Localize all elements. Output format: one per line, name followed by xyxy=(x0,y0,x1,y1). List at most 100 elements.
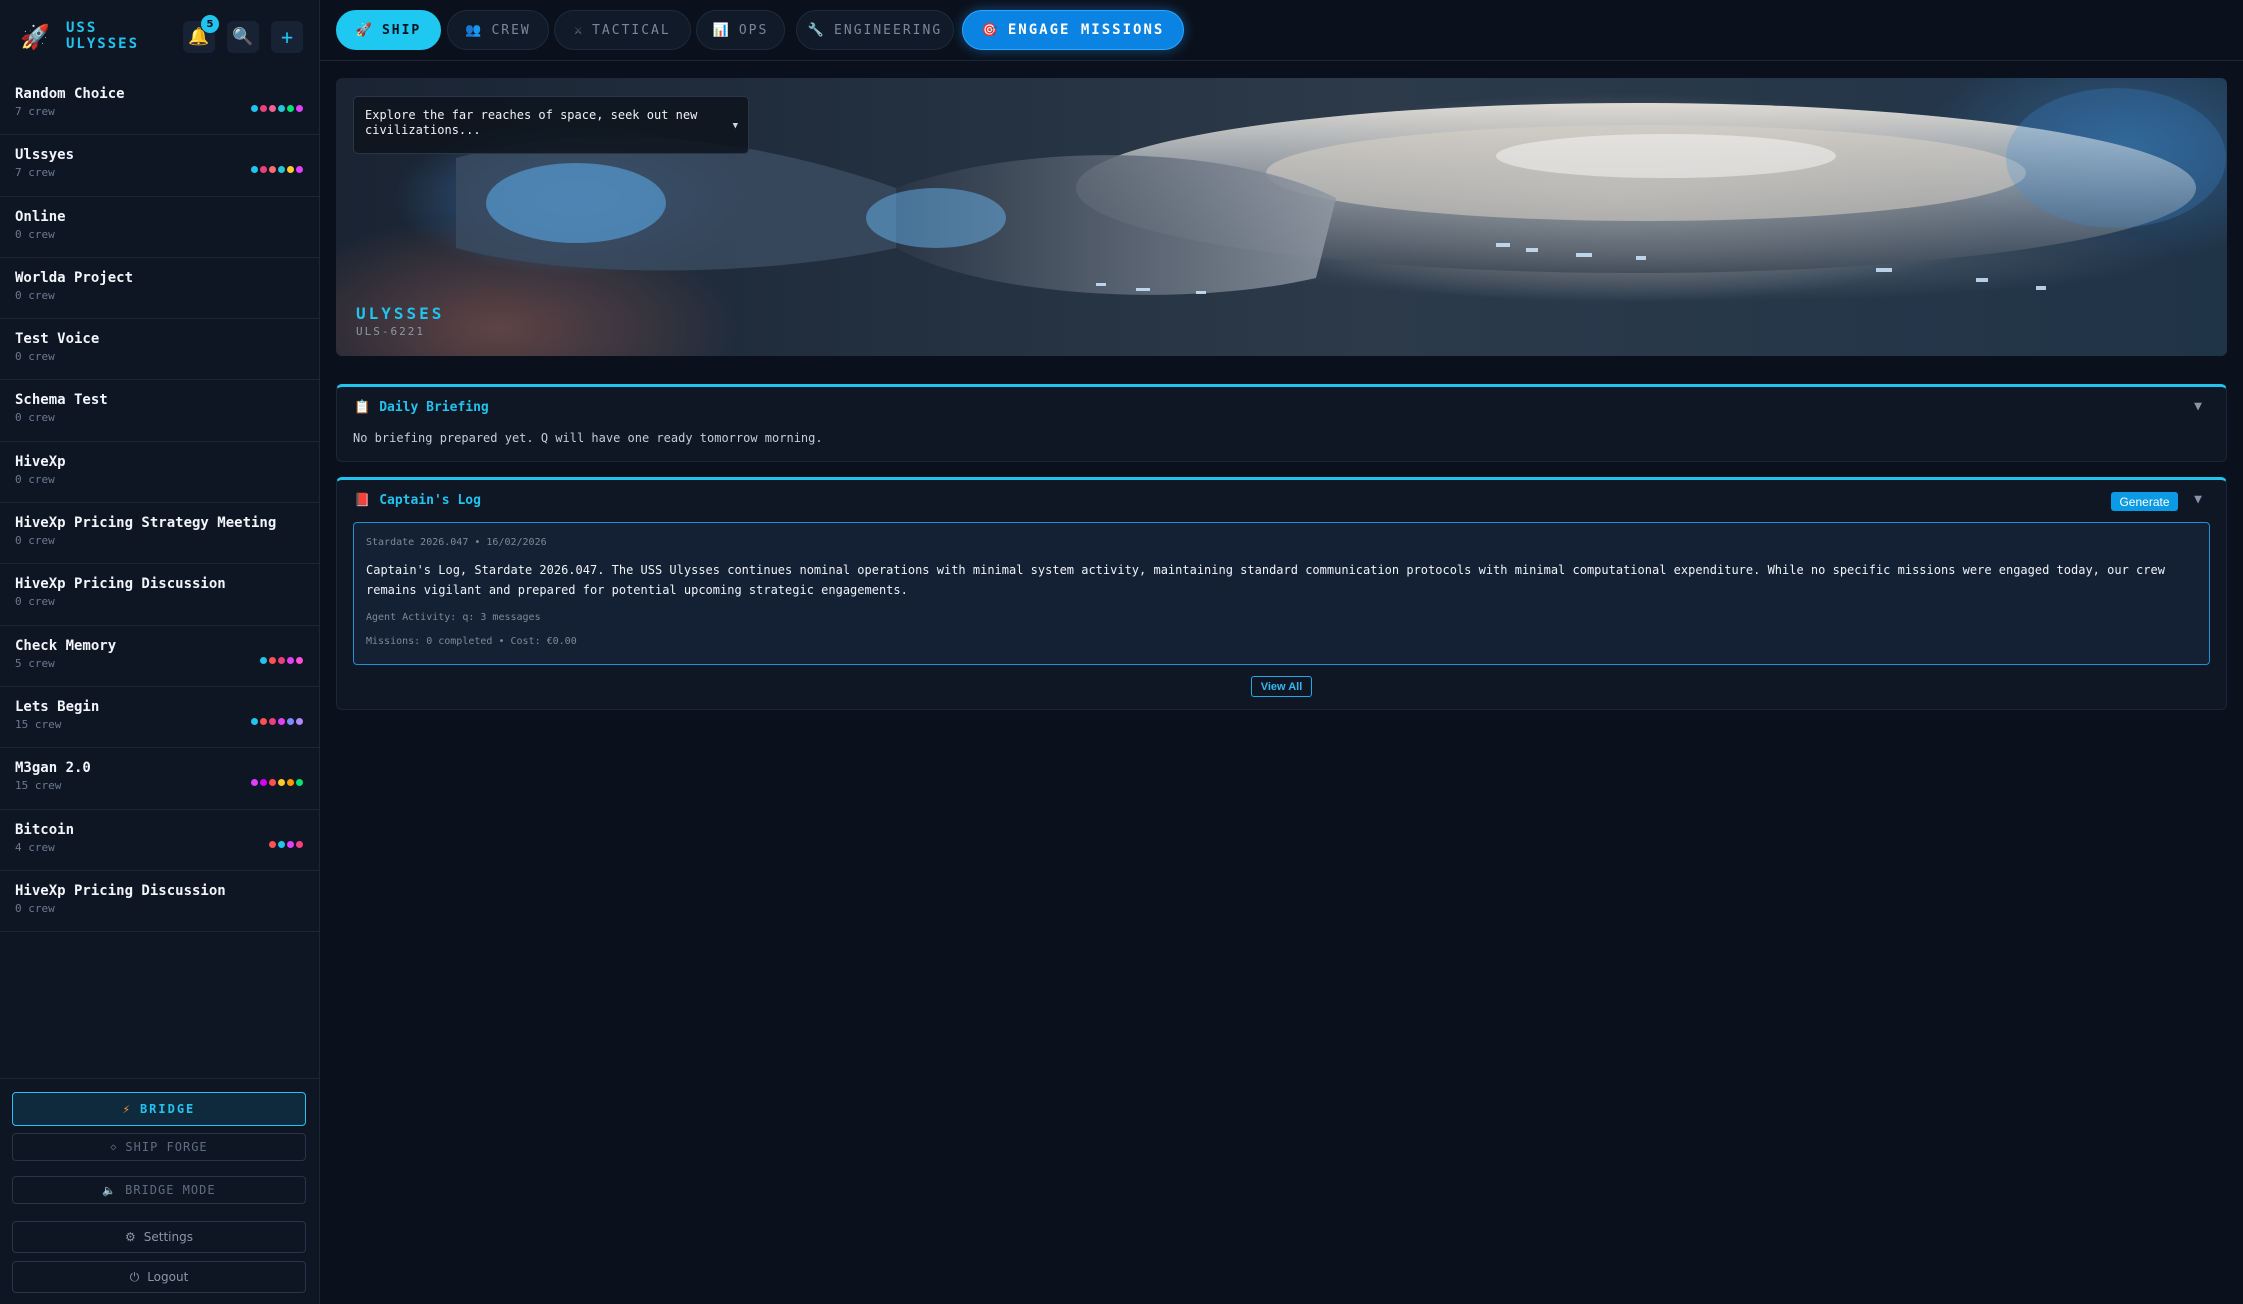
collapse-log-toggle[interactable]: ▼ xyxy=(2194,492,2202,507)
tab-tactical[interactable]: ⚔ TACTICAL xyxy=(554,10,691,50)
project-name: HiveXp Pricing Strategy Meeting xyxy=(15,515,277,532)
project-crew-count: 0 crew xyxy=(15,595,55,609)
crew-dot xyxy=(296,656,303,664)
daily-briefing-title: Daily Briefing xyxy=(379,400,489,415)
logout-button[interactable]: ⏻ Logout xyxy=(12,1261,306,1293)
project-item[interactable]: Schema Test 0 crew xyxy=(0,380,320,442)
chevron-down-icon: ▼ xyxy=(732,121,738,131)
crew-dot xyxy=(278,105,285,112)
gear-icon: ⚙ xyxy=(125,1230,136,1244)
lightning-icon: ⚡ xyxy=(122,1102,132,1116)
engage-missions-button[interactable]: 🎯 ENGAGE MISSIONS xyxy=(962,10,1184,50)
tab-engineering-label: ENGINEERING xyxy=(834,22,943,38)
project-item[interactable]: HiveXp 0 crew xyxy=(0,442,320,504)
briefing-text: No briefing prepared yet. Q will have on… xyxy=(353,431,823,445)
ship-name: ULYSSES xyxy=(356,304,445,323)
log-agent-activity: Agent Activity: q: 3 messages xyxy=(366,612,541,623)
ship-forge-label: SHIP FORGE xyxy=(125,1140,208,1154)
bridge-mode-button[interactable]: 🔈 BRIDGE MODE xyxy=(12,1176,306,1204)
project-item[interactable]: Worlda Project 0 crew xyxy=(0,258,320,320)
project-name: Lets Begin xyxy=(15,698,100,715)
crew-avatar-dots xyxy=(251,166,303,174)
ship-forge-button[interactable]: ◇ SHIP FORGE xyxy=(12,1133,306,1161)
settings-button[interactable]: ⚙ Settings xyxy=(12,1221,306,1253)
collapse-briefing-toggle[interactable]: ▼ xyxy=(2194,399,2202,414)
project-item[interactable]: Check Memory 5 crew xyxy=(0,626,320,687)
crew-dot xyxy=(251,779,258,787)
target-icon: 🎯 xyxy=(981,22,998,38)
project-crew-count: 0 crew xyxy=(15,227,55,241)
crew-dot xyxy=(296,779,303,787)
project-item[interactable]: HiveXp Pricing Discussion 0 crew xyxy=(0,564,320,626)
log-missions-summary: Missions: 0 completed • Cost: €0.00 xyxy=(366,636,577,647)
tab-ops-label: OPS xyxy=(738,22,769,38)
tab-ops[interactable]: 📊 OPS xyxy=(696,10,785,50)
captains-log-panel: 📕 Captain's Log Generate ▼ Stardate 2026… xyxy=(336,477,2227,710)
project-name: Ulssyes xyxy=(15,147,75,164)
sidebar: 🚀 USS ULYSSES 🔔 5 🔍 + Random Choice 7 cre… xyxy=(0,0,320,1304)
tab-engineering[interactable]: 🔧 ENGINEERING xyxy=(796,10,954,50)
crew-dot xyxy=(269,779,276,787)
generate-log-button[interactable]: Generate xyxy=(2111,492,2178,511)
search-button[interactable]: 🔍 xyxy=(227,21,259,53)
crew-dot xyxy=(296,717,303,725)
crew-dot xyxy=(269,105,276,112)
project-name: Random Choice xyxy=(15,86,125,102)
bridge-button[interactable]: ⚡ BRIDGE xyxy=(12,1092,306,1126)
crossed-swords-icon: ⚔ xyxy=(574,22,583,38)
tab-crew[interactable]: 👥 CREW xyxy=(447,10,549,50)
project-item[interactable]: Test Voice 0 crew xyxy=(0,319,320,381)
project-item[interactable]: Random Choice 7 crew xyxy=(0,74,320,136)
log-entry-card[interactable]: Stardate 2026.047 • 16/02/2026 Captain's… xyxy=(353,522,2210,665)
logout-label: Logout xyxy=(147,1270,189,1284)
project-crew-count: 0 crew xyxy=(15,288,55,302)
project-name: Bitcoin xyxy=(15,821,75,838)
crew-dot xyxy=(269,840,276,848)
crew-dot xyxy=(260,717,267,725)
crew-dot xyxy=(296,840,303,848)
daily-briefing-panel: 📋 Daily Briefing ▼ No briefing prepared … xyxy=(336,384,2227,462)
add-project-button[interactable]: + xyxy=(271,21,303,53)
engage-missions-label: ENGAGE MISSIONS xyxy=(1007,22,1165,38)
project-item[interactable]: Bitcoin 4 crew xyxy=(0,810,320,871)
bar-chart-icon: 📊 xyxy=(712,22,729,38)
crew-dot xyxy=(296,105,303,112)
project-item[interactable]: Ulssyes 7 crew xyxy=(0,135,320,197)
project-item[interactable]: HiveXp Pricing Discussion 0 crew xyxy=(0,871,320,933)
project-name: Online xyxy=(15,208,66,225)
crew-avatar-dots xyxy=(251,779,303,787)
crew-dot xyxy=(278,717,285,725)
crew-dot xyxy=(260,105,267,112)
captains-log-header[interactable]: 📕 Captain's Log xyxy=(354,493,481,508)
project-name: HiveXp Pricing Discussion xyxy=(15,576,226,593)
clipboard-icon: 📋 xyxy=(354,400,371,415)
project-name: Check Memory xyxy=(15,637,117,654)
crew-dot xyxy=(287,656,294,664)
crew-dot xyxy=(278,840,285,848)
crew-dot xyxy=(287,840,294,848)
forge-icon: ◇ xyxy=(110,1141,118,1153)
crew-dot xyxy=(296,166,303,174)
project-item[interactable]: Lets Begin 15 crew xyxy=(0,687,320,749)
log-stardate: Stardate 2026.047 • 16/02/2026 xyxy=(366,537,547,548)
tab-ship[interactable]: 🚀 SHIP xyxy=(336,10,441,50)
project-crew-count: 0 crew xyxy=(15,534,55,548)
tab-ship-label: SHIP xyxy=(381,22,422,38)
daily-briefing-header[interactable]: 📋 Daily Briefing xyxy=(354,400,489,415)
crew-dot xyxy=(287,717,294,725)
crew-dot xyxy=(287,166,294,174)
app-root: 🚀 USS ULYSSES 🔔 5 🔍 + Random Choice 7 cre… xyxy=(0,0,2243,1304)
project-item[interactable]: Online 0 crew xyxy=(0,197,320,258)
mission-objective-select[interactable]: Explore the far reaches of space, seek o… xyxy=(353,96,749,154)
crew-dot xyxy=(278,166,285,174)
crew-dot xyxy=(260,166,267,174)
crew-dot xyxy=(287,779,294,787)
project-item[interactable]: M3gan 2.0 15 crew xyxy=(0,748,320,810)
people-icon: 👥 xyxy=(465,22,482,38)
project-crew-count: 0 crew xyxy=(15,350,55,364)
view-all-button[interactable]: View All xyxy=(1251,676,1312,697)
crew-dot xyxy=(251,717,258,725)
project-item[interactable]: HiveXp Pricing Strategy Meeting 0 crew xyxy=(0,503,320,565)
power-icon: ⏻ xyxy=(129,1269,140,1284)
project-crew-count: 0 crew xyxy=(15,411,55,425)
